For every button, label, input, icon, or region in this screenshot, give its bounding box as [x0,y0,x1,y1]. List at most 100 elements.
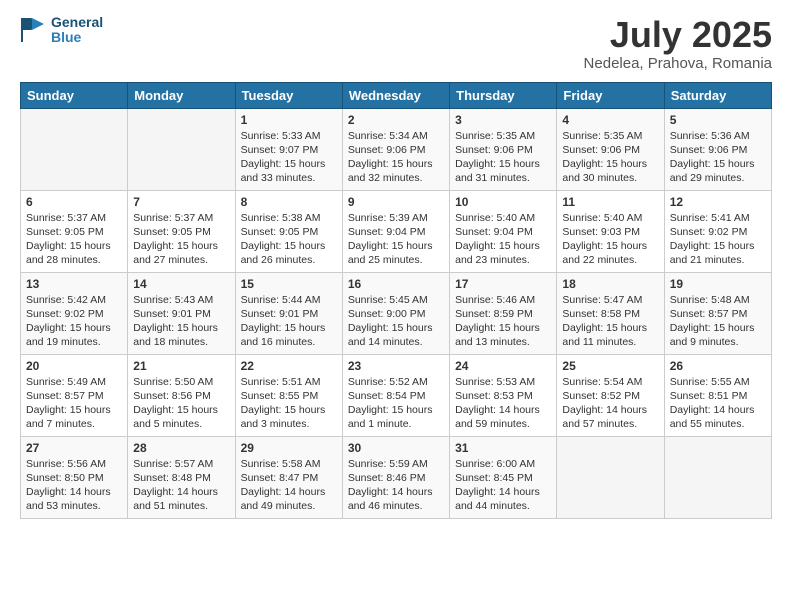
day-number: 1 [241,113,337,127]
sunrise-text: Sunrise: 5:55 AM [670,375,766,389]
cell-content: Sunrise: 5:51 AMSunset: 8:55 PMDaylight:… [241,375,337,432]
logo-blue: Blue [51,30,103,45]
cell-content: Sunrise: 5:37 AMSunset: 9:05 PMDaylight:… [26,211,122,268]
sunrise-text: Sunrise: 5:59 AM [348,457,444,471]
header-saturday: Saturday [664,82,771,108]
daylight-text: Daylight: 15 hours and 32 minutes. [348,157,444,185]
calendar-cell: 10Sunrise: 5:40 AMSunset: 9:04 PMDayligh… [450,190,557,272]
calendar-cell: 15Sunrise: 5:44 AMSunset: 9:01 PMDayligh… [235,272,342,354]
daylight-text: Daylight: 15 hours and 3 minutes. [241,403,337,431]
daylight-text: Daylight: 15 hours and 9 minutes. [670,321,766,349]
sunset-text: Sunset: 8:46 PM [348,471,444,485]
sunset-text: Sunset: 8:45 PM [455,471,551,485]
cell-content: Sunrise: 5:45 AMSunset: 9:00 PMDaylight:… [348,293,444,350]
header-tuesday: Tuesday [235,82,342,108]
day-number: 22 [241,359,337,373]
sunset-text: Sunset: 9:06 PM [670,143,766,157]
calendar-cell: 23Sunrise: 5:52 AMSunset: 8:54 PMDayligh… [342,354,449,436]
logo-general: General [51,15,103,30]
sunset-text: Sunset: 8:53 PM [455,389,551,403]
calendar-cell: 31 Sunrise: 6:00 AMSunset: 8:45 PMDayligh… [450,436,557,518]
sunrise-text: Sunrise: 5:50 AM [133,375,229,389]
sunrise-text: Sunrise: 5:44 AM [241,293,337,307]
calendar-week-1: 6Sunrise: 5:37 AMSunset: 9:05 PMDaylight… [21,190,772,272]
sunset-text: Sunset: 8:56 PM [133,389,229,403]
cell-content: Sunrise: 5:35 AMSunset: 9:06 PMDaylight:… [455,129,551,186]
calendar: Sunday Monday Tuesday Wednesday Thursday… [20,82,772,519]
page: General Blue July 2025 Nedelea, Prahova,… [0,0,792,612]
month-title: July 2025 [584,15,772,55]
calendar-cell: 5Sunrise: 5:36 AMSunset: 9:06 PMDaylight… [664,108,771,190]
cell-content: Sunrise: 5:36 AMSunset: 9:06 PMDaylight:… [670,129,766,186]
day-number: 25 [562,359,658,373]
day-number: 13 [26,277,122,291]
daylight-text: Daylight: 15 hours and 16 minutes. [241,321,337,349]
calendar-week-4: 27Sunrise: 5:56 AMSunset: 8:50 PMDayligh… [21,436,772,518]
day-number: 12 [670,195,766,209]
cell-content: Sunrise: 5:37 AMSunset: 9:05 PMDaylight:… [133,211,229,268]
cell-content: Sunrise: 5:34 AMSunset: 9:06 PMDaylight:… [348,129,444,186]
day-number: 26 [670,359,766,373]
calendar-cell: 12 Sunrise: 5:41 AMSunset: 9:02 PMDayligh… [664,190,771,272]
daylight-text: Daylight: 15 hours and 25 minutes. [348,239,444,267]
sunrise-text: Sunrise: 5:48 AM [670,293,766,307]
sunset-text: Sunset: 8:54 PM [348,389,444,403]
day-number: 3 [455,113,551,127]
calendar-cell: 24Sunrise: 5:53 AMSunset: 8:53 PMDayligh… [450,354,557,436]
daylight-text: Daylight: 14 hours and 44 minutes. [455,485,551,513]
daylight-text: Daylight: 15 hours and 14 minutes. [348,321,444,349]
cell-content: Sunrise: 5:41 AMSunset: 9:02 PMDaylight:… [670,211,766,268]
sunset-text: Sunset: 9:06 PM [455,143,551,157]
cell-content: Sunrise: 5:50 AMSunset: 8:56 PMDaylight:… [133,375,229,432]
calendar-cell: 14Sunrise: 5:43 AMSunset: 9:01 PMDayligh… [128,272,235,354]
sunrise-text: Sunrise: 5:53 AM [455,375,551,389]
calendar-cell: 11Sunrise: 5:40 AMSunset: 9:03 PMDayligh… [557,190,664,272]
day-number: 8 [241,195,337,209]
daylight-text: Daylight: 15 hours and 31 minutes. [455,157,551,185]
cell-content: Sunrise: 5:35 AMSunset: 9:06 PMDaylight:… [562,129,658,186]
header-friday: Friday [557,82,664,108]
cell-content: Sunrise: 5:54 AMSunset: 8:52 PMDaylight:… [562,375,658,432]
daylight-text: Daylight: 15 hours and 28 minutes. [26,239,122,267]
sunset-text: Sunset: 8:47 PM [241,471,337,485]
cell-content: Sunrise: 5:57 AMSunset: 8:48 PMDaylight:… [133,457,229,514]
sunset-text: Sunset: 8:58 PM [562,307,658,321]
sunrise-text: Sunrise: 5:46 AM [455,293,551,307]
sunrise-text: Sunrise: 5:38 AM [241,211,337,225]
sunrise-text: Sunrise: 5:34 AM [348,129,444,143]
sunrise-text: Sunrise: 5:51 AM [241,375,337,389]
calendar-cell [557,436,664,518]
day-number: 28 [133,441,229,455]
sunset-text: Sunset: 9:07 PM [241,143,337,157]
daylight-text: Daylight: 14 hours and 53 minutes. [26,485,122,513]
header-monday: Monday [128,82,235,108]
header-sunday: Sunday [21,82,128,108]
daylight-text: Daylight: 15 hours and 33 minutes. [241,157,337,185]
sunrise-text: Sunrise: 5:42 AM [26,293,122,307]
sunrise-text: Sunrise: 5:43 AM [133,293,229,307]
sunrise-text: Sunrise: 5:56 AM [26,457,122,471]
day-number: 29 [241,441,337,455]
cell-content: Sunrise: 5:53 AMSunset: 8:53 PMDaylight:… [455,375,551,432]
day-number: 19 [670,277,766,291]
calendar-cell: 3 Sunrise: 5:35 AMSunset: 9:06 PMDaylight… [450,108,557,190]
day-number: 31 [455,441,551,455]
sunrise-text: Sunrise: 5:37 AM [133,211,229,225]
header: General Blue July 2025 Nedelea, Prahova,… [20,15,772,72]
cell-content: Sunrise: 5:39 AMSunset: 9:04 PMDaylight:… [348,211,444,268]
cell-content: Sunrise: 5:46 AMSunset: 8:59 PMDaylight:… [455,293,551,350]
day-number: 10 [455,195,551,209]
daylight-text: Daylight: 15 hours and 7 minutes. [26,403,122,431]
daylight-text: Daylight: 14 hours and 49 minutes. [241,485,337,513]
calendar-cell: 29Sunrise: 5:58 AMSunset: 8:47 PMDayligh… [235,436,342,518]
sunset-text: Sunset: 9:04 PM [455,225,551,239]
cell-content: Sunrise: 5:59 AMSunset: 8:46 PMDaylight:… [348,457,444,514]
sunrise-text: Sunrise: 5:40 AM [455,211,551,225]
calendar-cell: 26Sunrise: 5:55 AMSunset: 8:51 PMDayligh… [664,354,771,436]
calendar-cell: 22 Sunrise: 5:51 AMSunset: 8:55 PMDayligh… [235,354,342,436]
cell-content: Sunrise: 5:33 AMSunset: 9:07 PMDaylight:… [241,129,337,186]
daylight-text: Daylight: 15 hours and 13 minutes. [455,321,551,349]
sunset-text: Sunset: 9:00 PM [348,307,444,321]
cell-content: Sunrise: 6:00 AMSunset: 8:45 PMDaylight:… [455,457,551,514]
calendar-cell [128,108,235,190]
